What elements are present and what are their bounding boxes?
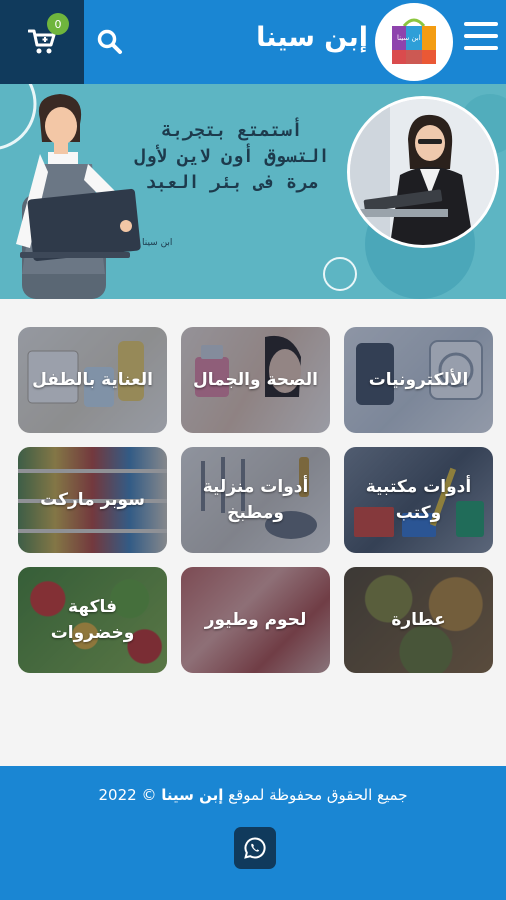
promo-banner[interactable]: أستمتع بتجربة التسوق أون لاين لأول مرة ف… <box>0 84 506 299</box>
category-card-baby-care[interactable]: العناية بالطفل <box>18 327 167 433</box>
category-card-fruits-vegetables[interactable]: فاكهة وخضروات <box>18 567 167 673</box>
copyright-year: © 2022 <box>98 786 157 804</box>
category-label: سوبر ماركت <box>40 490 145 510</box>
banner-headline-line: أستمتع بتجربة <box>161 120 303 141</box>
category-label: الصحة والجمال <box>193 370 319 390</box>
copyright-text: جميع الحقوق محفوظة لموقع إبن سينا © 2022 <box>0 786 506 804</box>
category-card-supermarket[interactable]: سوبر ماركت <box>18 447 167 553</box>
category-label: عطارة <box>391 610 446 630</box>
whatsapp-icon <box>244 837 266 859</box>
app-header: 0 إبن سينا ابن سينا <box>0 0 506 84</box>
category-label: العناية بالطفل <box>32 370 153 390</box>
site-title[interactable]: إبن سينا <box>256 22 368 53</box>
category-label: الألكترونيات <box>368 370 469 390</box>
site-footer: جميع الحقوق محفوظة لموقع إبن سينا © 2022 <box>0 766 506 900</box>
whatsapp-button[interactable] <box>234 827 276 869</box>
category-label: أدوات منزلية ومطبخ <box>202 477 309 523</box>
search-icon <box>97 29 122 54</box>
cart-count-badge: 0 <box>47 13 69 35</box>
category-label: فاكهة وخضروات <box>50 597 135 643</box>
businesswoman-at-laptop-photo <box>350 99 496 245</box>
copyright-brand[interactable]: إبن سينا <box>161 786 223 804</box>
menu-bar <box>464 22 498 26</box>
banner-signature: ابن سينا <box>142 238 173 248</box>
banner-photo <box>347 96 499 248</box>
category-card-health-beauty[interactable]: الصحة والجمال <box>181 327 330 433</box>
shopping-bag-logo-icon <box>392 18 436 64</box>
logo[interactable]: ابن سينا <box>375 3 453 81</box>
category-label: لحوم وطيور <box>204 610 307 630</box>
banner-headline-line: مرة فى بئر العبد <box>145 172 319 193</box>
banner-headline: أستمتع بتجربة التسوق أون لاين لأول مرة ف… <box>128 118 336 196</box>
category-card-home-kitchen[interactable]: أدوات منزلية ومطبخ <box>181 447 330 553</box>
category-card-spices[interactable]: عطارة <box>344 567 493 673</box>
cart-button[interactable]: 0 <box>0 0 84 84</box>
banner-headline-line: التسوق أون لاين لأول <box>134 146 330 167</box>
category-label: أدوات مكتبية وكتب <box>365 477 472 523</box>
search-button[interactable] <box>96 28 124 56</box>
menu-bar <box>464 34 498 38</box>
hamburger-menu-button[interactable] <box>464 22 498 58</box>
menu-bar <box>464 46 498 50</box>
copyright-prefix: جميع الحقوق محفوظة لموقع <box>228 786 408 804</box>
logo-text: ابن سينا <box>397 34 421 42</box>
category-card-meat-poultry[interactable]: لحوم وطيور <box>181 567 330 673</box>
category-card-electronics[interactable]: الألكترونيات <box>344 327 493 433</box>
category-card-office-books[interactable]: أدوات مكتبية وكتب <box>344 447 493 553</box>
